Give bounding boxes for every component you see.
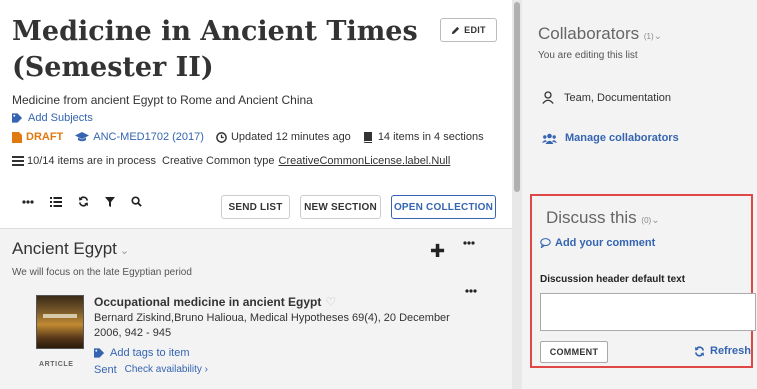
item-title-text: Occupational medicine in ancient Egypt	[94, 295, 322, 309]
add-tags-link[interactable]: Add tags to item	[94, 347, 190, 359]
refresh-icon	[694, 346, 705, 357]
section-ancient-egypt: Ancient Egypt ⌄ ✚ We will focus on the la…	[0, 228, 512, 389]
item-title[interactable]: Occupational medicine in ancient Egypt ♡	[94, 295, 336, 309]
chevron-down-icon: ⌄	[653, 31, 663, 42]
refresh-label: Refresh	[710, 345, 751, 357]
send-list-button[interactable]: SEND LIST	[221, 195, 290, 219]
license-row: 10/14 items are in process Creative Comm…	[12, 155, 450, 167]
list-view-icon[interactable]	[50, 196, 62, 207]
collaborators-count: (1)	[643, 32, 654, 41]
filter-icon[interactable]	[105, 196, 115, 207]
discussion-label: Discuss this	[546, 208, 637, 227]
editing-note: You are editing this list	[538, 50, 638, 61]
manage-collaborators-label: Manage collaborators	[565, 132, 679, 144]
section-more-icon[interactable]	[463, 241, 475, 245]
sync-icon[interactable]	[78, 196, 89, 207]
comment-icon	[540, 238, 551, 248]
item-status-row: Sent Check availability ›	[94, 364, 208, 376]
clock-icon	[216, 131, 227, 143]
item-status: Sent	[94, 364, 117, 376]
list-pane: Medicine in Ancient Times (Semester II) …	[0, 0, 512, 389]
book-icon	[363, 131, 373, 143]
side-panel: Collaborators (1)⌄ You are editing this …	[522, 0, 757, 389]
section-title[interactable]: Ancient Egypt ⌄	[12, 239, 129, 259]
search-icon[interactable]	[131, 196, 142, 207]
page-title: Medicine in Ancient Times (Semester II)	[12, 16, 418, 83]
check-availability-link[interactable]: Check availability ›	[125, 364, 208, 376]
user-icon	[542, 91, 554, 104]
list-meta: DRAFT ANC-MED1702 (2017) Updated 12 minu…	[12, 131, 484, 143]
license-label: Creative Common type	[162, 155, 275, 167]
item-cover-image[interactable]	[36, 295, 84, 349]
collaborators-label: Collaborators	[538, 24, 640, 43]
add-comment-link[interactable]: Add your comment	[540, 237, 655, 249]
scrollbar-thumb[interactable]	[514, 2, 520, 192]
discussion-count: (0)	[641, 216, 652, 225]
tag-icon	[12, 113, 23, 123]
more-options-icon[interactable]	[22, 199, 34, 204]
collaborators-title[interactable]: Collaborators (1)⌄	[538, 24, 662, 44]
add-subjects-label: Add Subjects	[28, 112, 93, 124]
list-description: Medicine from ancient Egypt to Rome and …	[12, 93, 313, 107]
item-citation: Bernard Ziskind,Bruno Halioua, Medical H…	[94, 312, 450, 339]
pencil-icon	[451, 26, 460, 35]
open-collection-button[interactable]: OPEN COLLECTION	[391, 195, 496, 219]
item-more-icon[interactable]	[465, 289, 477, 293]
chevron-down-icon: ⌄	[119, 245, 130, 257]
progress-bars-icon	[12, 156, 24, 166]
item-type: ARTICLE	[39, 361, 74, 368]
course-link[interactable]: ANC-MED1702 (2017)	[93, 131, 204, 143]
items-count: 14 items in 4 sections	[377, 131, 484, 143]
edit-label: EDIT	[464, 25, 486, 35]
manage-collaborators-link[interactable]: Manage collaborators	[542, 132, 679, 144]
add-tags-label: Add tags to item	[110, 347, 190, 359]
collaborator-item: Team, Documentation	[542, 91, 671, 104]
discussion-panel: Discuss this (0)⌄ Add your comment Discu…	[530, 194, 756, 368]
users-icon	[542, 133, 557, 144]
process-text: 10/14 items are in process	[27, 155, 157, 167]
discussion-title[interactable]: Discuss this (0)⌄	[546, 208, 660, 228]
chevron-down-icon: ⌄	[651, 215, 660, 226]
tag-icon	[94, 348, 105, 358]
updated-text: Updated 12 minutes ago	[230, 131, 351, 143]
comment-button[interactable]: COMMENT	[540, 341, 608, 363]
add-subjects-link[interactable]: Add Subjects	[12, 112, 93, 124]
license-link[interactable]: CreativeCommonLicense.label.Null	[279, 155, 451, 167]
edit-button[interactable]: EDIT	[440, 18, 497, 42]
comment-input[interactable]	[540, 293, 756, 331]
add-item-icon[interactable]: ✚	[430, 241, 445, 262]
heart-icon[interactable]: ♡	[325, 295, 336, 309]
refresh-link[interactable]: Refresh	[694, 345, 751, 357]
add-comment-label: Add your comment	[555, 237, 656, 249]
discussion-header: Discussion header default text	[540, 274, 686, 285]
new-section-button[interactable]: NEW SECTION	[300, 195, 381, 219]
status-badge: DRAFT	[26, 131, 64, 143]
section-description: We will focus on the late Egyptian perio…	[12, 267, 192, 278]
graduation-cap-icon	[75, 132, 90, 142]
draft-icon	[12, 131, 22, 143]
list-toolbar	[22, 196, 142, 207]
section-title-label: Ancient Egypt	[12, 239, 117, 258]
collaborator-name: Team, Documentation	[564, 91, 671, 104]
